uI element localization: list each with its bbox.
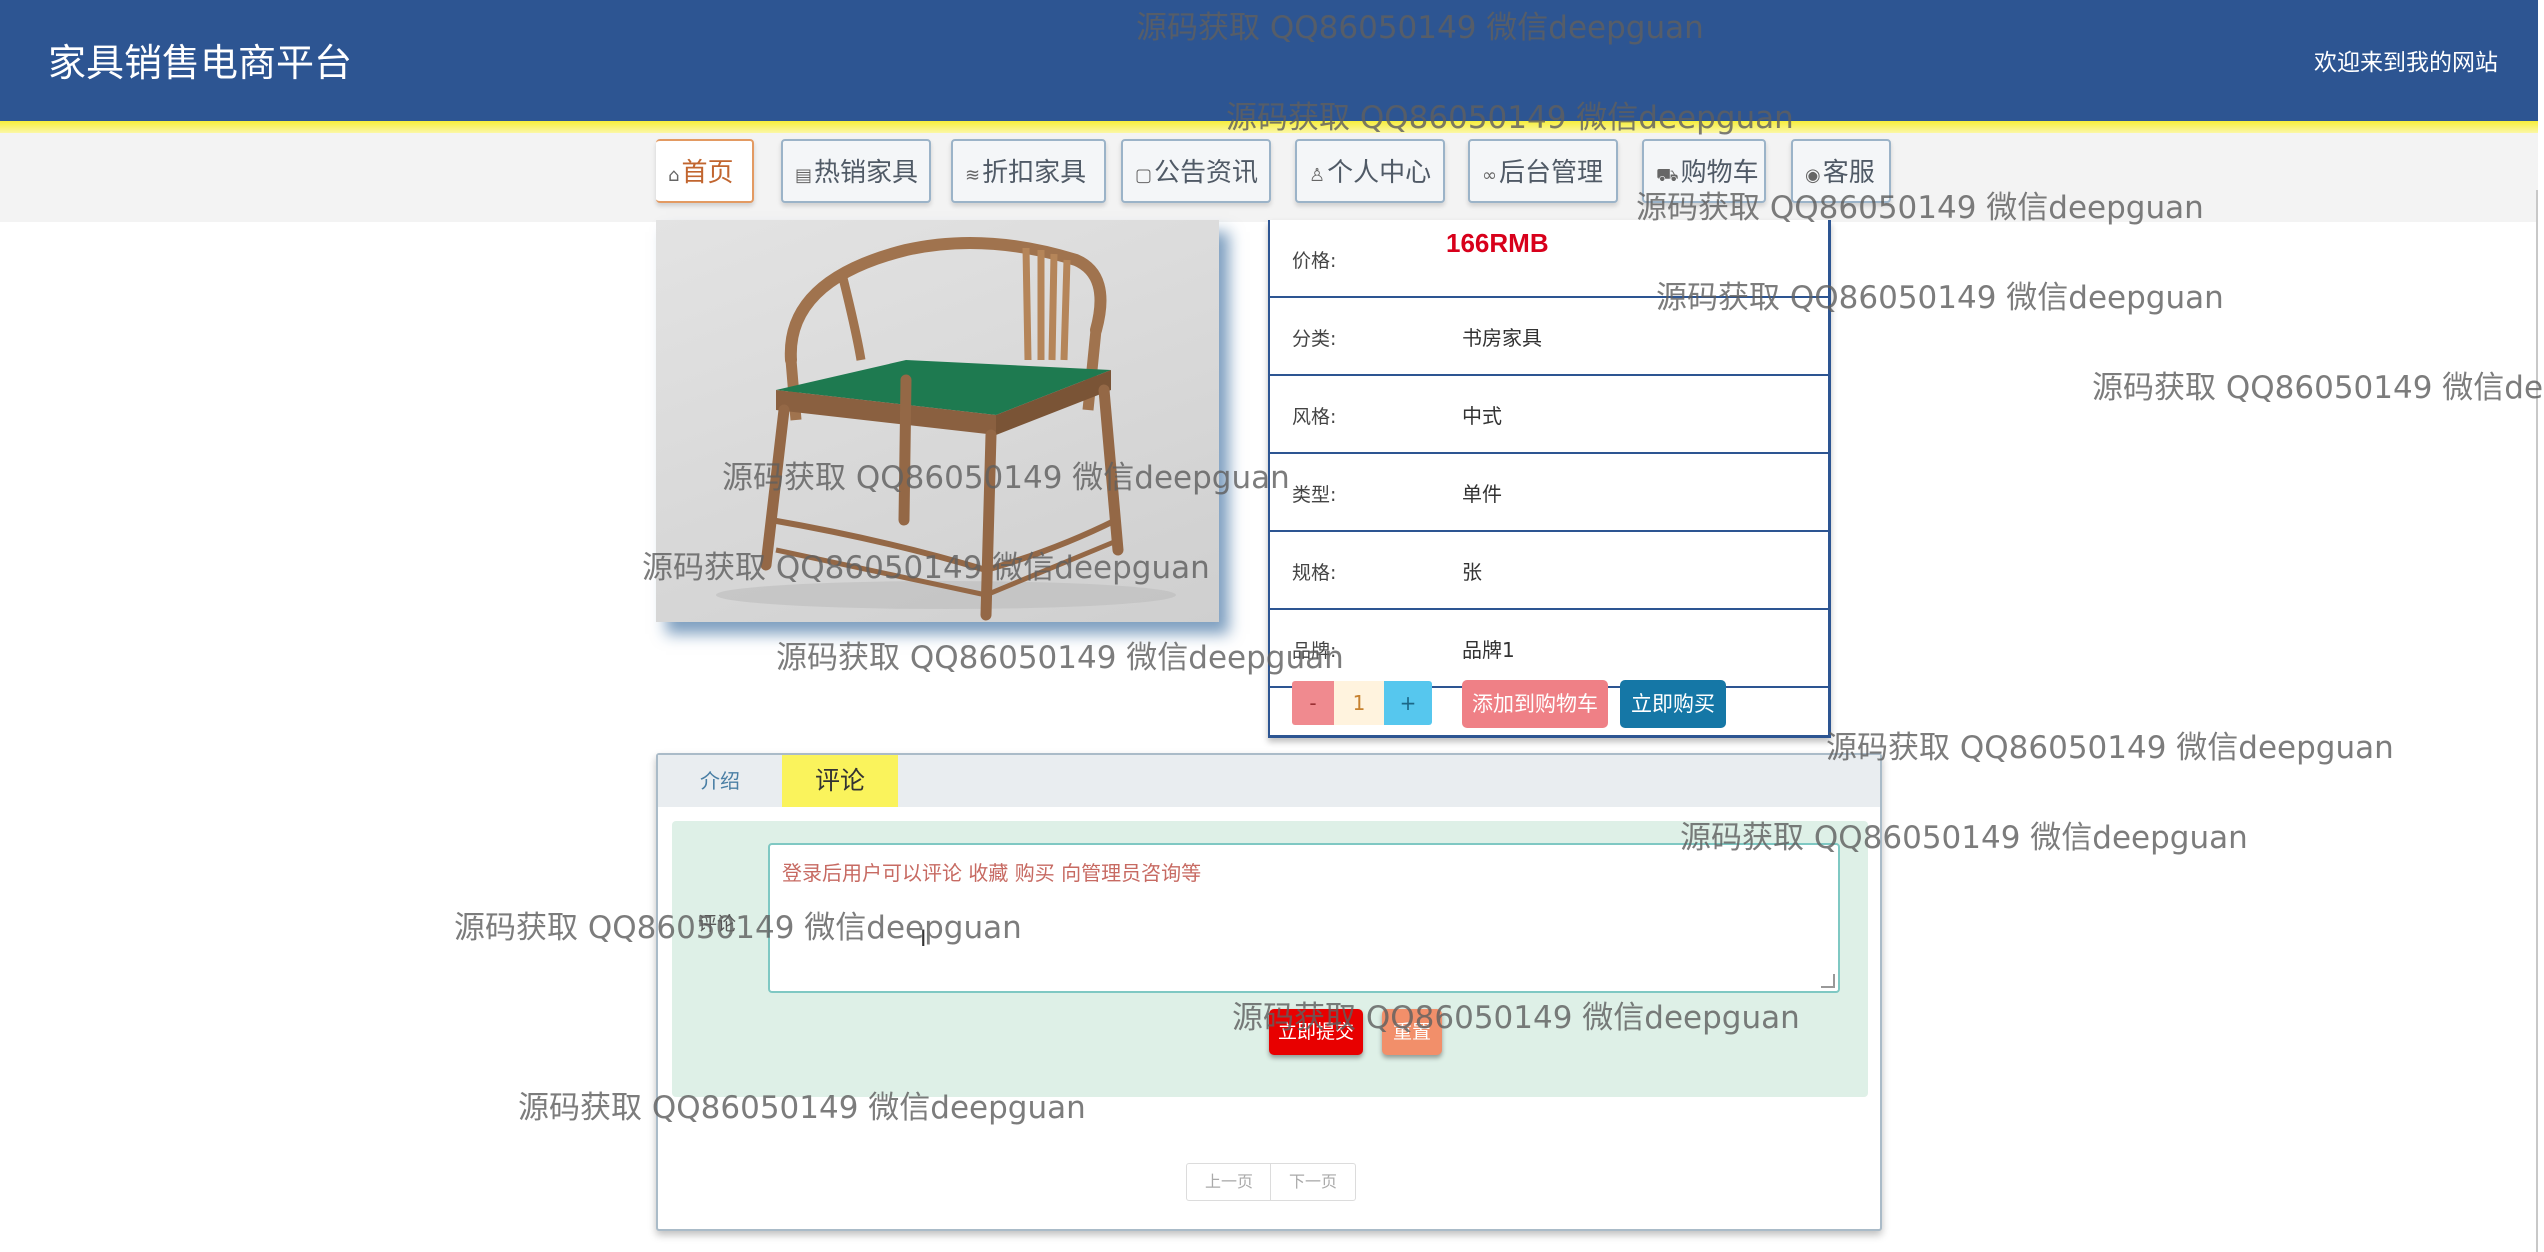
nav-admin-label: 后台管理 xyxy=(1499,158,1604,188)
page-scrollbar[interactable] xyxy=(2536,190,2544,1252)
comment-form: 评论 登录后用户可以评论 收藏 购买 向管理员咨询等 I 立即提交 重置 xyxy=(672,821,1868,1097)
watermark: 源码获取 QQ86050149 微信deepguan xyxy=(1826,730,2394,766)
header-accent-stripe xyxy=(0,121,2538,133)
price-label: 价格: xyxy=(1292,250,1337,272)
nav-discount-label: 折扣家具 xyxy=(982,158,1087,188)
home-icon: ⌂ xyxy=(668,165,680,186)
prev-page-button[interactable]: 上一页 xyxy=(1186,1163,1272,1201)
comment-textarea[interactable]: 登录后用户可以评论 收藏 购买 向管理员咨询等 I xyxy=(768,843,1840,993)
nav-news[interactable]: ▢公告资讯 xyxy=(1121,139,1271,203)
chat-icon: ◉ xyxy=(1805,165,1821,186)
spec-value: 张 xyxy=(1462,560,1482,584)
nav-cart-label: 购物车 xyxy=(1680,158,1759,188)
comment-label: 评论 xyxy=(698,913,737,935)
category-value: 书房家具 xyxy=(1462,326,1542,350)
site-header: 家具销售电商平台 欢迎来到我的网站 xyxy=(0,0,2538,133)
text-cursor: I xyxy=(920,927,927,952)
type-value: 单件 xyxy=(1462,482,1502,506)
product-info-table: 价格: 166RMB 分类: 书房家具 风格: 中式 类型: 单件 规格: 张 … xyxy=(1268,220,1831,738)
style-value: 中式 xyxy=(1462,404,1502,428)
nav-news-label: 公告资讯 xyxy=(1154,158,1259,188)
nav-discount-furniture[interactable]: ≋折扣家具 xyxy=(951,139,1106,203)
link-icon: ∞ xyxy=(1482,165,1497,186)
submit-comment-button[interactable]: 立即提交 xyxy=(1269,1009,1363,1055)
nav-home[interactable]: ⌂首页 xyxy=(656,139,754,203)
nav-hot-furniture[interactable]: ▤热销家具 xyxy=(781,139,931,203)
style-label: 风格: xyxy=(1292,406,1337,428)
nav-service-label: 客服 xyxy=(1822,158,1875,188)
chair-illustration xyxy=(716,237,1176,621)
add-to-cart-button[interactable]: 添加到购物车 xyxy=(1462,680,1608,728)
nav-cart[interactable]: ⛟购物车 xyxy=(1642,139,1766,203)
buy-now-button[interactable]: 立即购买 xyxy=(1620,680,1726,728)
product-image xyxy=(656,220,1219,622)
watermark: 源码获取 QQ86050149 微信deepguan xyxy=(2092,370,2544,406)
tab-intro[interactable]: 介绍 xyxy=(658,755,782,807)
nav-service[interactable]: ◉客服 xyxy=(1791,139,1891,203)
brand-row: 品牌: 品牌1 xyxy=(1270,610,1828,688)
style-row: 风格: 中式 xyxy=(1270,376,1828,454)
type-label: 类型: xyxy=(1292,484,1337,506)
price-row: 价格: 166RMB xyxy=(1270,220,1828,298)
watermark: 源码获取 QQ86050149 微信deepguan xyxy=(776,640,1344,676)
resize-handle[interactable] xyxy=(1821,974,1835,988)
next-page-button[interactable]: 下一页 xyxy=(1270,1163,1356,1201)
qty-increase-button[interactable]: + xyxy=(1384,681,1432,725)
welcome-text: 欢迎来到我的网站 xyxy=(2314,50,2498,76)
product-icon: ▤ xyxy=(795,165,813,186)
cart-icon: ⛟ xyxy=(1656,165,1679,186)
tab-bar: 介绍 评论 xyxy=(658,755,1880,807)
category-label: 分类: xyxy=(1292,328,1337,350)
tab-comment[interactable]: 评论 xyxy=(782,755,898,807)
comment-placeholder: 登录后用户可以评论 收藏 购买 向管理员咨询等 xyxy=(782,861,1202,885)
qty-input[interactable]: 1 xyxy=(1334,681,1384,725)
site-title: 家具销售电商平台 xyxy=(48,41,353,85)
spec-label: 规格: xyxy=(1292,562,1337,584)
user-icon: ♙ xyxy=(1309,165,1326,186)
brand-value: 品牌1 xyxy=(1462,638,1515,662)
nav-user-center-label: 个人中心 xyxy=(1327,158,1432,188)
layers-icon: ≋ xyxy=(965,165,981,186)
nav-user-center[interactable]: ♙个人中心 xyxy=(1295,139,1445,203)
spec-row: 规格: 张 xyxy=(1270,532,1828,610)
type-row: 类型: 单件 xyxy=(1270,454,1828,532)
category-row: 分类: 书房家具 xyxy=(1270,298,1828,376)
nav-home-label: 首页 xyxy=(681,158,734,188)
detail-tabs-panel: 介绍 评论 评论 登录后用户可以评论 收藏 购买 向管理员咨询等 I 立即提交 … xyxy=(656,753,1882,1231)
note-icon: ▢ xyxy=(1135,165,1153,186)
nav-admin[interactable]: ∞后台管理 xyxy=(1468,139,1618,203)
brand-label: 品牌: xyxy=(1292,640,1337,662)
nav-hot-furniture-label: 热销家具 xyxy=(814,158,919,188)
qty-decrease-button[interactable]: - xyxy=(1292,681,1334,725)
reset-button[interactable]: 重置 xyxy=(1382,1009,1442,1055)
price-value: 166RMB xyxy=(1446,228,1549,258)
